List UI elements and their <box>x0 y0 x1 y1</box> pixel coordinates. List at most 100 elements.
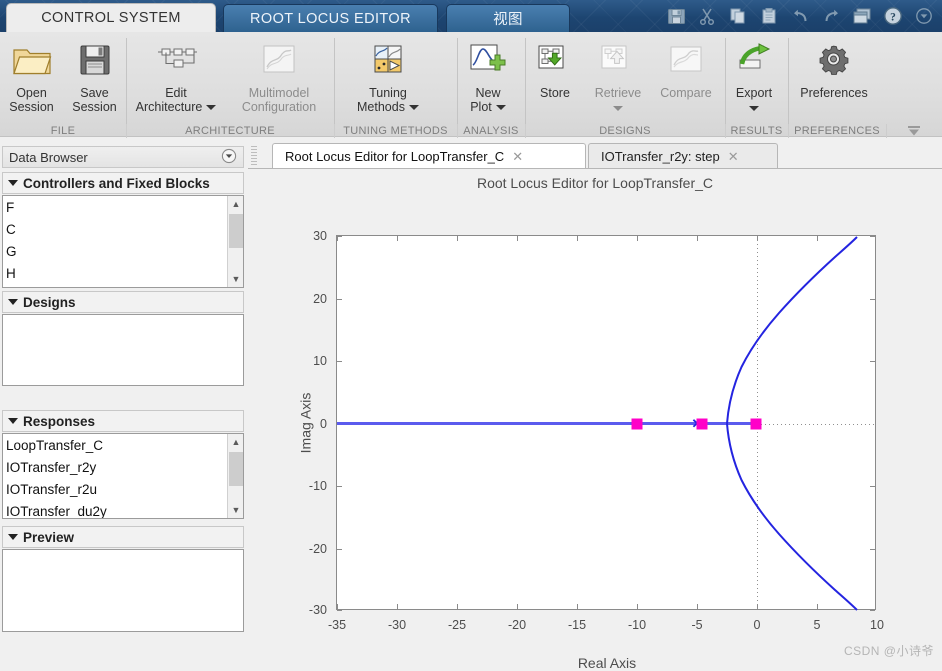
document-tab-iotransfer-r2y-step[interactable]: IOTransfer_r2y: step ✕ <box>588 143 778 169</box>
store-button[interactable]: Store <box>525 32 585 100</box>
controllers-list-items: F C G H <box>3 196 227 285</box>
list-item[interactable]: F <box>6 197 227 219</box>
document-tab-root-locus-editor[interactable]: Root Locus Editor for LoopTransfer_C ✕ <box>272 143 586 169</box>
close-icon[interactable]: ✕ <box>728 149 739 165</box>
scrollbar-thumb[interactable] <box>229 214 243 248</box>
scroll-down-icon[interactable]: ▼ <box>228 502 243 518</box>
ribbon-group-analysis: New Plot <box>457 32 525 137</box>
data-browser-menu-button[interactable] <box>221 148 237 167</box>
expand-triangle-icon <box>8 534 18 540</box>
closed-loop-pole-marker[interactable] <box>631 418 643 429</box>
multimodel-configuration-button[interactable]: Multimodel Configuration <box>226 32 332 114</box>
paste-icon[interactable] <box>755 3 783 29</box>
plot-title: Root Locus Editor for LoopTransfer_C <box>476 175 714 191</box>
sidebar-section-responses[interactable]: Responses <box>2 410 244 432</box>
y-axis-label: Imag Axis <box>297 392 314 453</box>
retrieve-caret-icon[interactable] <box>612 106 623 112</box>
responses-list-scrollbar[interactable]: ▲ ▼ <box>227 434 243 518</box>
collapse-ribbon-button[interactable] <box>886 124 942 138</box>
sidebar-section-designs-label: Designs <box>23 294 76 310</box>
ribbon-tab-view-label: 视图 <box>493 12 523 28</box>
redo-icon[interactable] <box>817 3 845 29</box>
sidebar-section-controllers-and-fixed-blocks[interactable]: Controllers and Fixed Blocks <box>2 172 244 194</box>
retrieve-label: Retrieve <box>595 86 642 115</box>
document-area: Root Locus Editor for LoopTransfer_C ✕ I… <box>248 138 942 671</box>
preview-pane-content <box>3 550 227 551</box>
data-browser-header: Data Browser <box>2 146 244 168</box>
list-item[interactable]: C <box>6 219 227 241</box>
window-icon[interactable] <box>848 3 876 29</box>
gear-icon <box>816 38 852 82</box>
retrieve-caret-row[interactable] <box>595 101 642 115</box>
chevron-down-icon[interactable] <box>910 3 938 29</box>
cut-icon[interactable] <box>693 3 721 29</box>
controllers-list-scrollbar[interactable]: ▲ ▼ <box>227 196 243 287</box>
save-icon[interactable] <box>662 3 690 29</box>
y-tick-label: -20 <box>308 541 327 556</box>
controllers-list[interactable]: F C G H ▲ ▼ <box>2 195 244 288</box>
y-tick-label: 0 <box>320 416 327 431</box>
export-caret-icon[interactable] <box>748 106 759 112</box>
data-browser-title: Data Browser <box>9 149 88 165</box>
ribbon-tab-control-system-label: CONTROL SYSTEM <box>41 10 181 26</box>
sidebar-section-preview-label: Preview <box>23 529 75 545</box>
multimodel-plot-icon <box>260 38 298 82</box>
x-tick-label: -30 <box>387 618 407 632</box>
edit-architecture-caret-icon[interactable] <box>206 105 217 111</box>
list-item[interactable]: IOTransfer_r2y <box>6 457 227 479</box>
ribbon-section-results: RESULTS <box>725 124 788 138</box>
undo-icon[interactable] <box>786 3 814 29</box>
responses-list[interactable]: LoopTransfer_C IOTransfer_r2y IOTransfer… <box>2 433 244 519</box>
new-plot-button[interactable]: New Plot <box>457 32 519 114</box>
sidebar-section-preview[interactable]: Preview <box>2 526 244 548</box>
edit-architecture-button[interactable]: Edit Architecture <box>126 32 226 114</box>
sidebar-section-controllers-label: Controllers and Fixed Blocks <box>23 175 210 191</box>
ribbon-tab-view[interactable]: 视图 <box>446 4 570 32</box>
y-tick-label: 10 <box>313 354 327 368</box>
open-session-button[interactable]: Open Session <box>0 32 63 114</box>
retrieve-button[interactable]: Retrieve <box>585 32 651 115</box>
list-item[interactable]: LoopTransfer_C <box>6 435 227 457</box>
list-item[interactable]: H <box>6 263 227 285</box>
ribbon-group-results: Export <box>725 32 788 137</box>
closed-loop-pole-marker[interactable] <box>750 418 762 429</box>
designs-list[interactable] <box>2 314 244 386</box>
ribbon-section-designs: DESIGNS <box>525 124 725 138</box>
new-plot-caret-icon[interactable] <box>495 105 506 111</box>
scroll-up-icon[interactable]: ▲ <box>228 196 243 212</box>
preview-pane[interactable] <box>2 549 244 632</box>
preferences-button[interactable]: Preferences <box>788 32 880 100</box>
expand-triangle-icon <box>8 180 18 186</box>
ribbon-tab-control-system[interactable]: CONTROL SYSTEM <box>6 3 216 32</box>
ribbon-section-preferences: PREFERENCES <box>788 124 886 138</box>
copy-icon[interactable] <box>724 3 752 29</box>
scrollbar-thumb[interactable] <box>229 452 243 486</box>
tab-bar-gripper[interactable] <box>251 146 257 166</box>
export-button[interactable]: Export <box>725 32 783 115</box>
tuning-methods-caret-icon[interactable] <box>408 105 419 111</box>
ribbon-group-file: Open Session Save Session <box>0 32 126 137</box>
document-body: Root Locus Editor for LoopTransfer_C Ima… <box>248 168 942 671</box>
scroll-up-icon[interactable]: ▲ <box>228 434 243 450</box>
save-session-button[interactable]: Save Session <box>63 32 126 114</box>
tuning-methods-button[interactable]: Tuning Methods <box>334 32 442 114</box>
list-item[interactable]: G <box>6 241 227 263</box>
sidebar-section-designs[interactable]: Designs <box>2 291 244 313</box>
root-locus-plot[interactable]: Root Locus Editor for LoopTransfer_C Ima… <box>248 169 942 671</box>
close-icon[interactable]: ✕ <box>512 149 523 165</box>
plot-axes[interactable]: Imag Axis Real Axis -35 -30 -25 -20 -15 … <box>297 229 884 671</box>
open-folder-icon <box>11 38 53 82</box>
ribbon-group-tuning-methods: Tuning Methods <box>334 32 457 137</box>
compare-button[interactable]: Compare <box>651 32 721 100</box>
help-icon[interactable]: ? <box>879 3 907 29</box>
closed-loop-pole-marker[interactable] <box>696 418 708 429</box>
list-item[interactable]: IOTransfer_du2y <box>6 501 227 518</box>
y-tick-label: 30 <box>313 229 327 243</box>
export-caret-row[interactable] <box>736 101 772 115</box>
ribbon-tab-root-locus-editor[interactable]: ROOT LOCUS EDITOR <box>223 4 438 32</box>
tuning-methods-label: Tuning Methods <box>357 86 419 114</box>
list-item[interactable]: IOTransfer_r2u <box>6 479 227 501</box>
watermark: CSDN @小诗爷 <box>843 644 934 658</box>
collapse-ribbon-icon <box>908 126 920 136</box>
scroll-down-icon[interactable]: ▼ <box>228 271 243 287</box>
